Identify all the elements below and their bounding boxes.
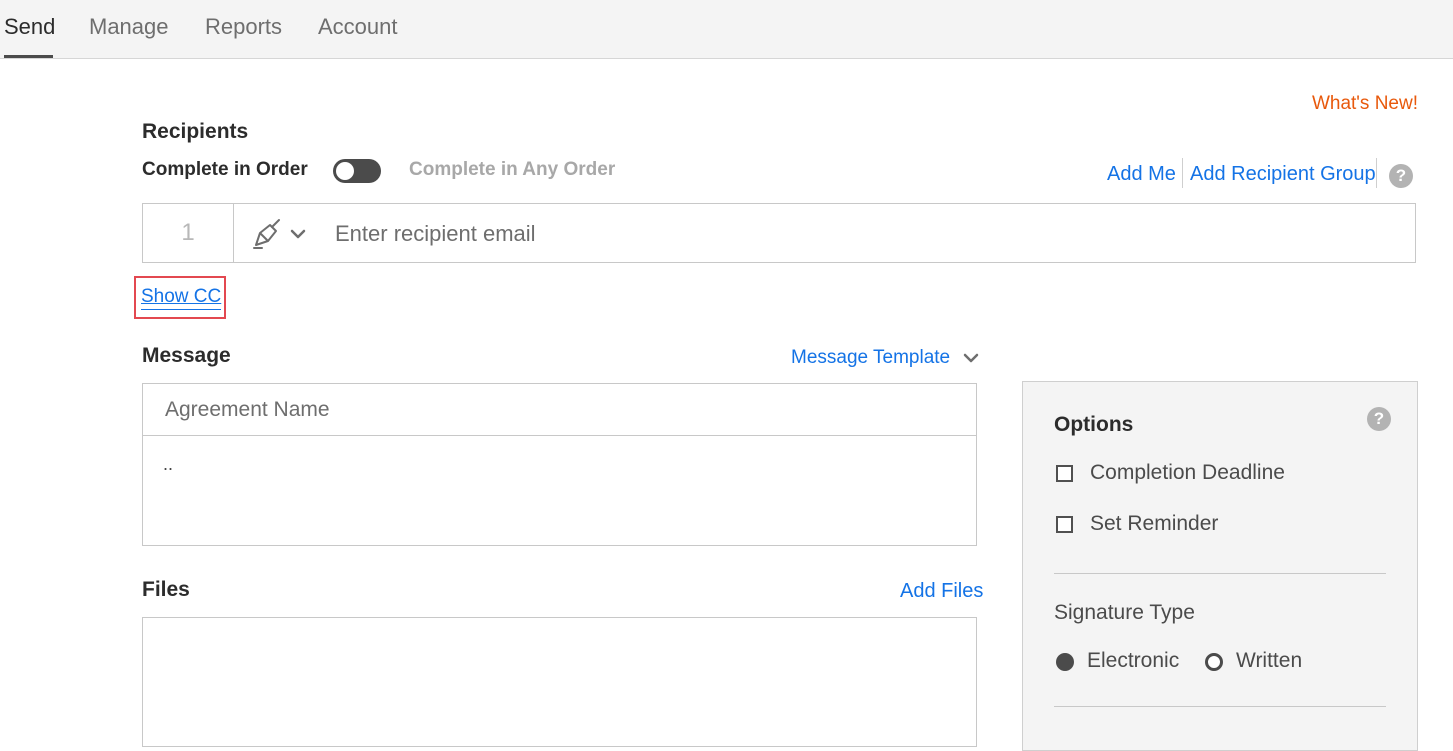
complete-in-order-label: Complete in Order [142, 159, 308, 180]
recipients-title: Recipients [142, 120, 249, 143]
options-panel: Options ? Completion Deadline Set Remind… [1022, 381, 1418, 751]
files-title: Files [142, 578, 190, 601]
tab-manage[interactable]: Manage [89, 0, 169, 58]
add-files-link[interactable]: Add Files [900, 580, 983, 603]
tab-send[interactable]: Send [4, 0, 55, 58]
options-title: Options [1054, 413, 1134, 436]
electronic-label: Electronic [1087, 649, 1180, 672]
recipients-help-icon[interactable]: ? [1389, 164, 1413, 188]
written-radio[interactable] [1205, 653, 1223, 671]
recipient-email-input[interactable] [333, 216, 1407, 252]
toggle-knob [336, 162, 354, 180]
options-help-icon[interactable]: ? [1367, 407, 1391, 431]
signature-type-title: Signature Type [1054, 601, 1195, 624]
top-nav: Send Manage Reports Account [0, 0, 1453, 59]
tab-reports[interactable]: Reports [205, 0, 282, 58]
files-drop-area[interactable] [142, 617, 977, 747]
message-template-dropdown[interactable]: Message Template [791, 347, 979, 369]
add-recipient-group-link[interactable]: Add Recipient Group [1190, 163, 1376, 186]
set-reminder-checkbox[interactable] [1056, 516, 1073, 533]
completion-deadline-checkbox[interactable] [1056, 465, 1073, 482]
options-divider [1054, 706, 1386, 707]
agreement-name-input[interactable] [143, 384, 976, 436]
completion-deadline-label: Completion Deadline [1090, 461, 1285, 484]
electronic-radio[interactable] [1056, 653, 1074, 671]
chevron-down-icon [955, 347, 979, 368]
tab-account[interactable]: Account [318, 0, 398, 58]
link-divider [1376, 158, 1377, 188]
recipient-row: 1 [142, 203, 1416, 263]
link-divider [1182, 158, 1183, 188]
set-reminder-label: Set Reminder [1090, 512, 1219, 535]
whats-new-link[interactable]: What's New! [1312, 93, 1418, 115]
show-cc-link[interactable]: Show CC [141, 286, 222, 310]
message-template-label: Message Template [791, 347, 951, 368]
message-box: .. [142, 383, 977, 546]
add-me-link[interactable]: Add Me [1107, 163, 1176, 186]
order-toggle[interactable] [333, 159, 381, 183]
options-divider [1054, 573, 1386, 574]
recipient-order-number: 1 [143, 204, 234, 262]
message-title: Message [142, 344, 231, 367]
recipient-role-dropdown[interactable] [234, 204, 324, 262]
complete-any-order-label: Complete in Any Order [409, 159, 616, 180]
message-body-textarea[interactable]: .. [143, 436, 976, 545]
written-label: Written [1236, 649, 1303, 672]
